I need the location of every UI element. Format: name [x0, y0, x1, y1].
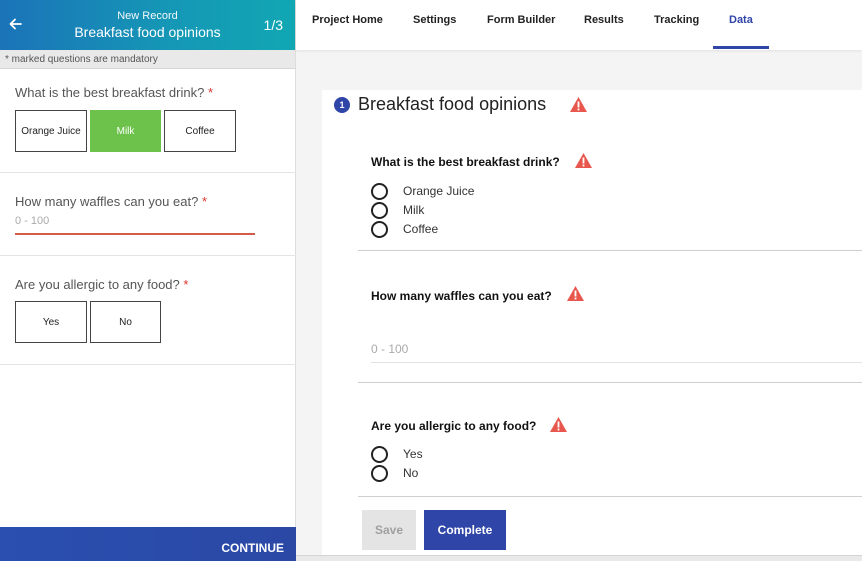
radio-circle[interactable]: [371, 464, 388, 482]
waffles-input-underline: [371, 362, 862, 363]
nav-tracking[interactable]: Tracking: [654, 14, 699, 26]
mandatory-note: * marked questions are mandatory: [0, 50, 295, 69]
required-asterisk: *: [207, 85, 213, 100]
radio-label: Coffee: [403, 222, 439, 236]
required-asterisk: *: [201, 194, 207, 209]
choice-milk[interactable]: Milk: [90, 110, 161, 152]
waffles-number-input[interactable]: 0 - 100: [371, 342, 408, 356]
form-title: Breakfast food opinions: [358, 94, 547, 114]
radio-label: Yes: [403, 447, 423, 461]
question-divider: [358, 250, 862, 251]
nav-project-home[interactable]: Project Home: [312, 14, 383, 26]
question-text: How many waffles can you eat?: [15, 194, 199, 209]
question-divider: [358, 496, 862, 497]
choice-coffee[interactable]: Coffee: [164, 110, 236, 152]
save-button[interactable]: Save: [362, 510, 416, 550]
nav-settings[interactable]: Settings: [413, 14, 456, 26]
nav-data[interactable]: Data: [729, 14, 753, 26]
question-text: What is the best breakfast drink?: [15, 85, 205, 100]
radio-option-milk[interactable]: Milk: [371, 201, 424, 219]
radio-label: Milk: [403, 203, 425, 217]
choice-no[interactable]: No: [90, 301, 161, 343]
mobile-header-titles: New Record Breakfast food opinions: [0, 9, 295, 42]
required-asterisk: *: [183, 277, 189, 292]
complete-button[interactable]: Complete: [424, 510, 506, 550]
question-text: Are you allergic to any food?: [15, 277, 180, 292]
mobile-question-label: Are you allergic to any food? *: [15, 277, 188, 292]
warning-triangle-icon: [570, 97, 587, 112]
warning-triangle-icon: [550, 417, 567, 432]
radio-circle[interactable]: [371, 445, 388, 463]
radio-option-orange-juice[interactable]: Orange Juice: [371, 182, 474, 200]
radio-label: Orange Juice: [403, 184, 475, 198]
top-nav: Project Home Settings Form Builder Resul…: [296, 0, 862, 50]
nav-active-underline: [713, 46, 769, 49]
radio-option-no[interactable]: No: [371, 464, 418, 482]
nav-results[interactable]: Results: [584, 14, 624, 26]
page-counter: 1/3: [263, 17, 283, 33]
radio-label: No: [403, 466, 419, 480]
step-number-badge: 1: [334, 97, 350, 113]
waffles-input[interactable]: 0 - 100: [15, 215, 49, 227]
radio-circle[interactable]: [371, 220, 388, 238]
form-question-label: What is the best breakfast drink?: [371, 155, 560, 169]
mobile-question-label: What is the best breakfast drink? *: [15, 85, 213, 100]
radio-option-yes[interactable]: Yes: [371, 445, 423, 463]
radio-circle[interactable]: [371, 201, 388, 219]
warning-triangle-icon: [575, 153, 592, 168]
waffles-input-underline: [15, 233, 255, 235]
continue-button[interactable]: CONTINUE: [0, 527, 296, 561]
mobile-header-title: Breakfast food opinions: [74, 24, 221, 40]
mobile-header: New Record Breakfast food opinions 1/3: [0, 0, 295, 50]
mobile-question-allergy: Are you allergic to any food? * Yes No: [0, 256, 296, 365]
mobile-header-subtitle: New Record: [117, 10, 178, 22]
choice-orange-juice[interactable]: Orange Juice: [15, 110, 87, 152]
bottom-scroll-strip: [296, 555, 862, 561]
nav-form-builder[interactable]: Form Builder: [487, 14, 555, 26]
form-question-label: How many waffles can you eat?: [371, 289, 552, 303]
mobile-question-label: How many waffles can you eat? *: [15, 194, 207, 209]
form-question-label: Are you allergic to any food?: [371, 419, 537, 433]
warning-triangle-icon: [567, 286, 584, 301]
mobile-preview-panel: New Record Breakfast food opinions 1/3 *…: [0, 0, 296, 561]
radio-option-coffee[interactable]: Coffee: [371, 220, 438, 238]
question-divider: [358, 382, 862, 383]
mobile-question-drink: What is the best breakfast drink? * Oran…: [0, 70, 296, 173]
choice-yes[interactable]: Yes: [15, 301, 87, 343]
radio-circle[interactable]: [371, 182, 388, 200]
